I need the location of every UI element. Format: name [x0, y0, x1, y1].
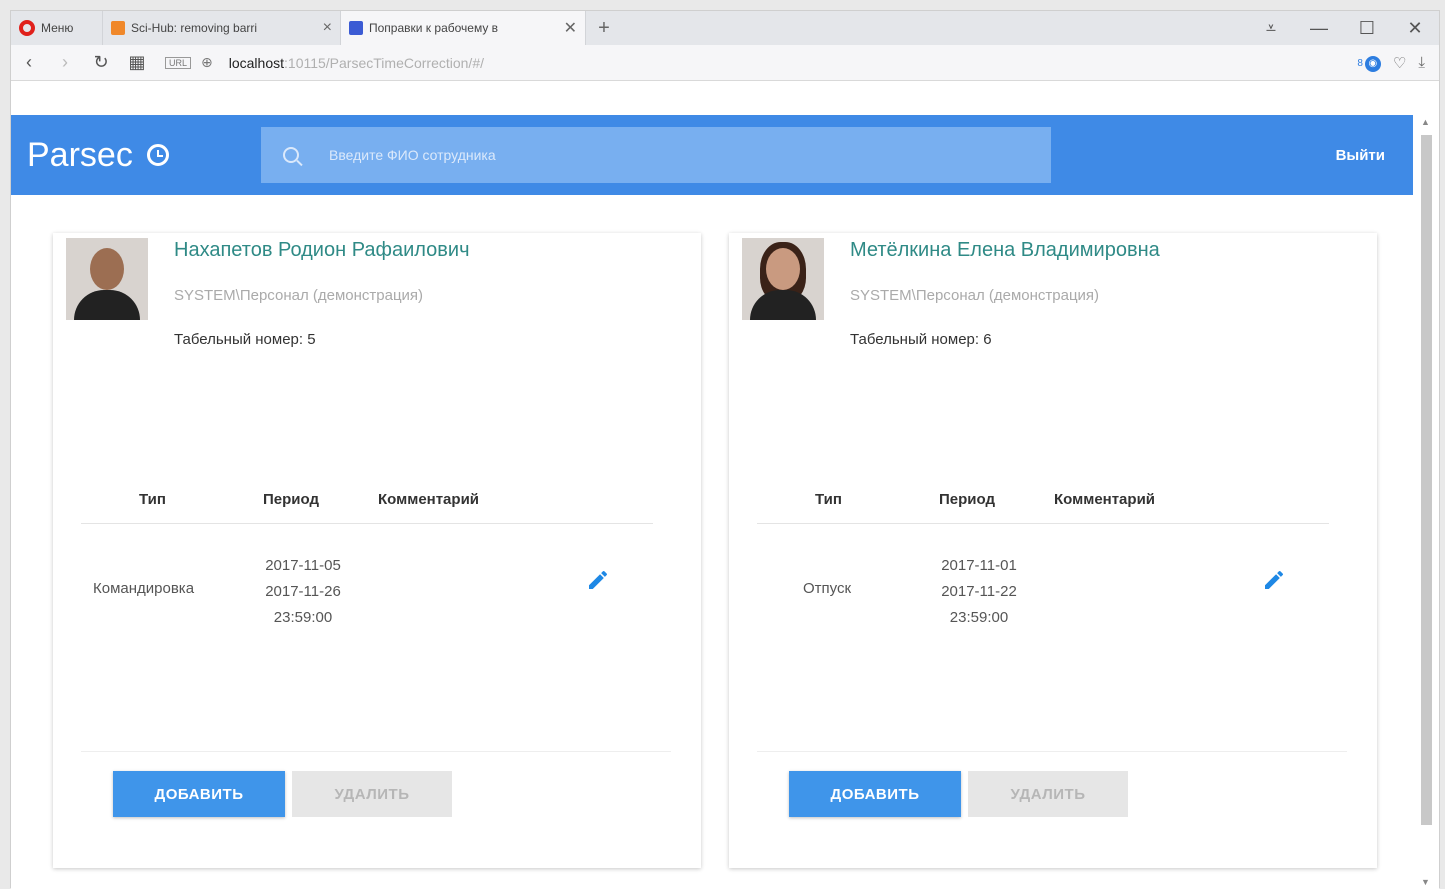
url-path: :10115/ParsecTimeCorrection/#/	[284, 54, 484, 71]
period-time: 23:59:00	[273, 609, 333, 626]
window-controls: ⩡ — ☐ ✕	[1247, 11, 1439, 45]
edit-pencil-icon[interactable]	[1259, 565, 1289, 595]
tab-menu-icon[interactable]: ⩡	[1247, 18, 1295, 39]
opera-logo-icon	[19, 20, 35, 36]
employee-photo	[66, 238, 148, 320]
search-bar	[261, 127, 1051, 183]
scrollbar-thumb[interactable]	[1421, 135, 1432, 825]
tab-label: Поправки к рабочему в	[369, 21, 499, 35]
photo-body	[74, 290, 140, 320]
url-host: localhost	[228, 54, 285, 71]
employee-photo	[742, 238, 824, 320]
clock-icon	[146, 144, 169, 166]
period-end: 2017-11-26	[265, 583, 341, 600]
employee-name: Нахапетов Родион Рафаилович	[174, 239, 470, 261]
photo-head	[90, 248, 124, 290]
edit-pencil-icon[interactable]	[583, 565, 613, 595]
logout-button[interactable]: Выйти	[1336, 147, 1385, 164]
row-period: 2017-11-01 2017-11-22 23:59:00	[929, 553, 1029, 631]
search-input[interactable]	[329, 147, 929, 163]
scroll-up-icon[interactable]: ▲	[1421, 117, 1430, 127]
tab-sci-hub[interactable]: Sci-Hub: removing barri ×	[103, 11, 341, 45]
close-window-button[interactable]: ✕	[1391, 18, 1439, 39]
employee-tab-number: Табельный номер: 6	[850, 331, 992, 348]
reload-button[interactable]: ↻	[83, 52, 119, 73]
period-end: 2017-11-22	[941, 583, 1017, 600]
page-scrollbar[interactable]: ▲ ▼	[1413, 115, 1439, 889]
period-start: 2017-11-01	[941, 557, 1017, 574]
tab-strip: Меню Sci-Hub: removing barri × Поправки …	[11, 11, 1439, 45]
row-type: Отпуск	[803, 580, 852, 597]
maximize-button[interactable]: ☐	[1343, 18, 1391, 39]
photo-body	[750, 290, 816, 320]
bookmark-heart-icon[interactable]: ♡	[1393, 54, 1406, 72]
search-icon	[283, 147, 299, 163]
add-button[interactable]: ДОБАВИТЬ	[789, 771, 961, 817]
browser-window: Меню Sci-Hub: removing barri × Поправки …	[10, 10, 1440, 889]
app-bar: Parsec Выйти	[11, 115, 1415, 195]
minimize-button[interactable]: —	[1295, 18, 1343, 39]
new-tab-button[interactable]: +	[586, 11, 622, 45]
app-root: Parsec Выйти Нахапетов Родион Рафаилович…	[11, 115, 1415, 889]
tab-active[interactable]: Поправки к рабочему в ✕	[341, 11, 586, 45]
column-header-period: Период	[263, 491, 319, 508]
employee-department: SYSTEM\Персонал (демонстрация)	[850, 287, 1100, 304]
parsec-favicon-icon	[349, 21, 363, 35]
header-divider	[81, 523, 653, 524]
employee-card: Метёлкина Елена Владимировна SYSTEM\Перс…	[729, 233, 1377, 868]
row-period: 2017-11-05 2017-11-26 23:59:00	[253, 553, 353, 631]
site-info-icon[interactable]: ⊕	[201, 54, 213, 71]
app-title: Parsec	[27, 135, 133, 174]
column-header-comment: Комментарий	[378, 491, 480, 508]
address-bar-actions: 8 ◉ ♡ ⤓	[1357, 53, 1439, 72]
close-tab-icon[interactable]: ✕	[556, 18, 577, 38]
scroll-down-icon[interactable]: ▼	[1421, 877, 1430, 887]
forward-button[interactable]: ›	[47, 52, 83, 73]
column-header-type: Тип	[139, 491, 166, 508]
sci-hub-favicon-icon	[111, 21, 125, 35]
adblock-shield-icon: ◉	[1364, 55, 1381, 72]
delete-button[interactable]: УДАЛИТЬ	[292, 771, 452, 817]
adblock-count: 8	[1357, 58, 1363, 70]
employee-department: SYSTEM\Персонал (демонстрация)	[174, 287, 424, 304]
period-start: 2017-11-05	[265, 557, 341, 574]
row-type: Командировка	[93, 580, 195, 597]
period-time: 23:59:00	[949, 609, 1009, 626]
footer-divider	[81, 751, 671, 752]
header-divider	[757, 523, 1329, 524]
footer-divider	[757, 751, 1347, 752]
address-bar: ‹ › ↻ ▦ URL ⊕ localhost :10115/ParsecTim…	[11, 45, 1439, 81]
url-field[interactable]: URL ⊕ localhost :10115/ParsecTimeCorrect…	[165, 50, 1347, 76]
add-button[interactable]: ДОБАВИТЬ	[113, 771, 285, 817]
column-header-type: Тип	[815, 491, 842, 508]
delete-button[interactable]: УДАЛИТЬ	[968, 771, 1128, 817]
opera-menu-button[interactable]: Меню	[11, 11, 103, 45]
url-badge: URL	[165, 56, 192, 69]
tab-label: Sci-Hub: removing barri	[131, 21, 258, 35]
column-header-period: Период	[939, 491, 995, 508]
employee-tab-number: Табельный номер: 5	[174, 331, 316, 348]
speed-dial-icon[interactable]: ▦	[119, 52, 155, 73]
close-tab-icon[interactable]: ×	[315, 19, 332, 37]
back-button[interactable]: ‹	[11, 52, 47, 73]
menu-label: Меню	[41, 21, 74, 35]
column-header-comment: Комментарий	[1054, 491, 1156, 508]
employee-name: Метёлкина Елена Владимировна	[850, 239, 1160, 261]
adblock-button[interactable]: 8 ◉	[1357, 53, 1381, 72]
employee-card: Нахапетов Родион Рафаилович SYSTEM\Персо…	[53, 233, 701, 868]
photo-head	[766, 248, 800, 290]
app-logo: Parsec	[27, 136, 261, 175]
download-icon[interactable]: ⤓	[1418, 54, 1425, 71]
